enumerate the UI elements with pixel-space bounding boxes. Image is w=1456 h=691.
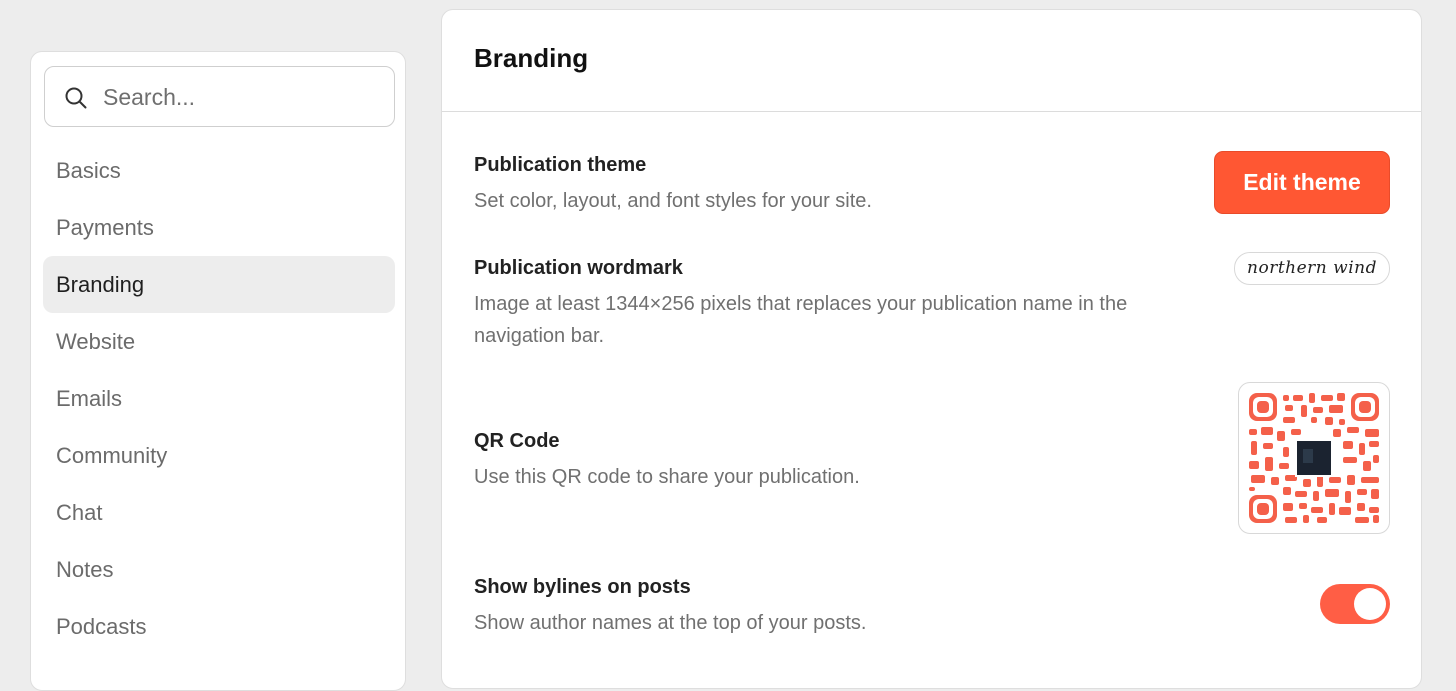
sidebar-item-payments[interactable]: Payments (43, 199, 395, 256)
settings-sidebar: Basics Payments Branding Website Emails … (30, 51, 406, 691)
sidebar-item-basics[interactable]: Basics (43, 142, 395, 199)
wordmark-image[interactable]: northern wind (1234, 252, 1390, 285)
bylines-toggle[interactable] (1320, 584, 1390, 624)
qr-code-icon (1249, 393, 1379, 523)
qr-code-image[interactable] (1238, 382, 1390, 534)
bylines-title: Show bylines on posts (474, 576, 691, 598)
sidebar-item-branding[interactable]: Branding (43, 256, 395, 313)
edit-theme-button[interactable]: Edit theme (1214, 151, 1390, 214)
qr-title: QR Code (474, 430, 560, 452)
toggle-knob (1354, 588, 1386, 620)
search-input[interactable] (103, 79, 373, 115)
wordmark-title: Publication wordmark (474, 257, 683, 279)
sidebar-item-podcasts[interactable]: Podcasts (43, 598, 395, 655)
theme-description: Set color, layout, and font styles for y… (474, 190, 872, 212)
theme-title: Publication theme (474, 154, 647, 176)
sidebar-item-community[interactable]: Community (43, 427, 395, 484)
sidebar-item-website[interactable]: Website (43, 313, 395, 370)
page-title: Branding (474, 43, 589, 73)
sidebar-item-emails[interactable]: Emails (43, 370, 395, 427)
search-icon (65, 87, 87, 109)
sidebar-item-notes[interactable]: Notes (43, 541, 395, 598)
sidebar-item-chat[interactable]: Chat (43, 484, 395, 541)
search-box[interactable] (44, 66, 395, 127)
qr-description: Use this QR code to share your publicati… (474, 466, 860, 488)
bylines-description: Show author names at the top of your pos… (474, 612, 867, 634)
panel-header: Branding (442, 10, 1421, 112)
wordmark-description: Image at least 1344×256 pixels that repl… (474, 293, 1128, 347)
branding-panel: Branding Publication theme Set color, la… (441, 9, 1422, 689)
